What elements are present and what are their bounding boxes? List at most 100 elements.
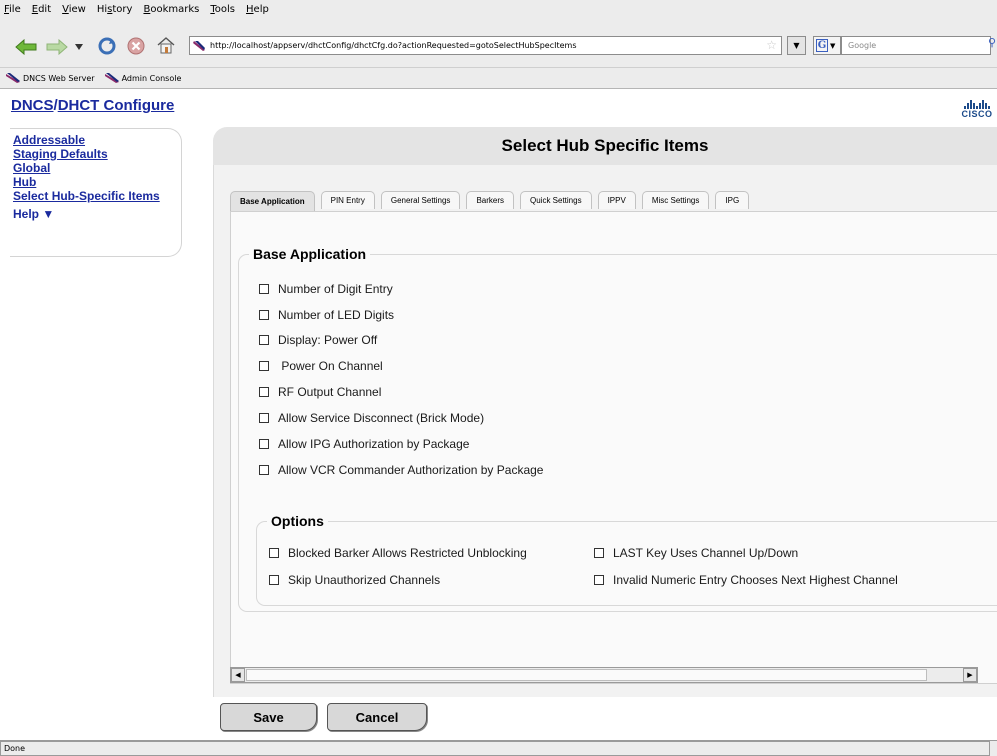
sidebar-item-addressable[interactable]: Addressable — [13, 133, 160, 147]
checkbox[interactable] — [259, 361, 269, 371]
menu-file[interactable]: File — [4, 4, 21, 15]
checkbox[interactable] — [259, 284, 269, 294]
app-title: DNCS/DHCT Configure — [11, 97, 174, 114]
checkbox-label: Skip Unauthorized Channels — [288, 573, 441, 587]
search-input[interactable]: Google — [841, 36, 991, 55]
bookmark-label: DNCS Web Server — [23, 73, 95, 83]
horizontal-scrollbar[interactable]: ◀ ▶ — [230, 667, 978, 683]
search-engine-selector[interactable]: G ▼ — [813, 36, 841, 55]
history-dropdown-icon[interactable] — [72, 38, 86, 56]
site-favicon-icon — [193, 39, 207, 52]
url-bar[interactable]: http://localhost/appserv/dhctConfig/dhct… — [189, 36, 782, 55]
checkbox-row[interactable]: Allow IPG Authorization by Package — [259, 437, 469, 451]
checkbox-label: Blocked Barker Allows Restricted Unblock… — [288, 546, 527, 560]
checkbox-label: Allow VCR Commander Authorization by Pac… — [278, 463, 544, 477]
bookmark-admin-console[interactable]: Admin Console — [104, 73, 182, 83]
checkbox[interactable] — [259, 387, 269, 397]
checkbox-label: Number of LED Digits — [278, 308, 395, 322]
checkbox-row[interactable]: Power On Channel — [259, 359, 383, 373]
cisco-wordmark: CISCO — [961, 109, 993, 119]
checkbox[interactable] — [259, 310, 269, 320]
bookmarks-toolbar: DNCS Web Server Admin Console — [0, 68, 997, 89]
tab-quick-settings[interactable]: Quick Settings — [520, 191, 592, 209]
url-text: http://localhost/appserv/dhctConfig/dhct… — [210, 41, 577, 50]
menu-tools[interactable]: Tools — [210, 4, 235, 15]
stop-icon[interactable] — [125, 37, 147, 55]
search-magnifier-icon[interactable]: ⚲ — [988, 36, 997, 55]
cisco-logo: CISCO — [957, 100, 997, 120]
checkbox-row[interactable]: Allow Service Disconnect (Brick Mode) — [259, 411, 484, 425]
save-button[interactable]: Save — [220, 703, 317, 731]
menu-edit[interactable]: Edit — [32, 4, 51, 15]
bookmark-label: Admin Console — [121, 73, 182, 83]
status-text: Done — [4, 744, 26, 753]
checkbox-row[interactable]: LAST Key Uses Channel Up/Down — [594, 546, 798, 560]
cancel-button[interactable]: Cancel — [327, 703, 427, 731]
back-arrow-icon[interactable] — [15, 38, 37, 56]
tab-bar: Base Application PIN Entry General Setti… — [230, 191, 755, 211]
cisco-bars-icon — [957, 100, 997, 109]
bookmark-dncs-web-server[interactable]: DNCS Web Server — [6, 73, 95, 83]
menu-bookmarks[interactable]: Bookmarks — [143, 4, 199, 15]
tab-barkers[interactable]: Barkers — [466, 191, 514, 209]
checkbox[interactable] — [269, 548, 279, 558]
checkbox[interactable] — [594, 548, 604, 558]
options-legend: Options — [271, 513, 324, 529]
checkbox-row[interactable]: Number of LED Digits — [259, 308, 394, 322]
title-link-dhct-configure[interactable]: DHCT Configure — [58, 97, 175, 114]
sidebar-nav: Addressable Staging Defaults Global Hub … — [10, 128, 182, 257]
tab-ippv[interactable]: IPPV — [597, 191, 636, 209]
reload-icon[interactable] — [96, 37, 118, 55]
menu-help[interactable]: Help — [246, 4, 269, 15]
checkbox-row[interactable]: Blocked Barker Allows Restricted Unblock… — [269, 546, 527, 560]
tab-base-application[interactable]: Base Application — [230, 191, 315, 211]
checkbox-label: Allow IPG Authorization by Package — [278, 437, 470, 451]
checkbox-label: Allow Service Disconnect (Brick Mode) — [278, 411, 485, 425]
checkbox-label: Display: Power Off — [278, 333, 378, 347]
checkbox[interactable] — [259, 335, 269, 345]
checkbox[interactable] — [259, 413, 269, 423]
checkbox-row[interactable]: Display: Power Off — [259, 333, 377, 347]
scrollbar-thumb[interactable] — [246, 669, 927, 681]
scroll-left-arrow-icon[interactable]: ◀ — [231, 668, 245, 682]
checkbox-label: Invalid Numeric Entry Chooses Next Highe… — [613, 573, 898, 587]
checkbox[interactable] — [594, 575, 604, 585]
checkbox-label: RF Output Channel — [278, 385, 382, 399]
checkbox-label: Power On Channel — [278, 359, 383, 373]
menu-history[interactable]: History — [97, 4, 133, 15]
checkbox-row[interactable]: Allow VCR Commander Authorization by Pac… — [259, 463, 543, 477]
checkbox-row[interactable]: RF Output Channel — [259, 385, 381, 399]
page-title: Select Hub Specific Items — [213, 127, 997, 165]
status-box — [0, 741, 990, 756]
tab-general-settings[interactable]: General Settings — [380, 191, 461, 209]
checkbox-row[interactable]: Skip Unauthorized Channels — [269, 573, 440, 587]
checkbox[interactable] — [259, 439, 269, 449]
checkbox[interactable] — [269, 575, 279, 585]
search-placeholder: Google — [848, 41, 877, 50]
tab-ipg[interactable]: IPG — [715, 191, 750, 209]
search-engine-dropdown-icon: ▼ — [830, 41, 836, 50]
checkbox[interactable] — [259, 465, 269, 475]
scroll-right-arrow-icon[interactable]: ▶ — [963, 668, 977, 682]
sidebar-item-staging-defaults[interactable]: Staging Defaults — [13, 147, 160, 161]
bookmark-star-icon[interactable]: ☆ — [766, 38, 777, 52]
title-link-dncs[interactable]: DNCS — [11, 97, 54, 114]
url-dropdown-icon[interactable]: ▼ — [787, 36, 806, 55]
checkbox-row[interactable]: Number of Digit Entry — [259, 282, 393, 296]
browser-statusbar: Done — [0, 740, 997, 756]
home-icon[interactable] — [155, 36, 177, 54]
sidebar-help-menu[interactable]: Help ▼ — [13, 207, 160, 221]
checkbox-label: LAST Key Uses Channel Up/Down — [613, 546, 799, 560]
base-application-legend: Base Application — [253, 246, 367, 262]
sidebar-item-hub[interactable]: Hub — [13, 175, 160, 189]
tab-pin-entry[interactable]: PIN Entry — [320, 191, 375, 209]
sidebar-item-global[interactable]: Global — [13, 161, 160, 175]
checkbox-row[interactable]: Invalid Numeric Entry Chooses Next Highe… — [594, 573, 898, 587]
sidebar-item-select-hub-specific-items[interactable]: Select Hub-Specific Items — [13, 189, 160, 203]
checkbox-label: Number of Digit Entry — [278, 282, 393, 296]
browser-menubar: File Edit View History Bookmarks Tools H… — [0, 0, 997, 18]
forward-arrow-icon[interactable] — [46, 38, 68, 56]
tab-misc-settings[interactable]: Misc Settings — [641, 191, 710, 209]
feather-icon — [6, 73, 20, 83]
menu-view[interactable]: View — [62, 4, 86, 15]
